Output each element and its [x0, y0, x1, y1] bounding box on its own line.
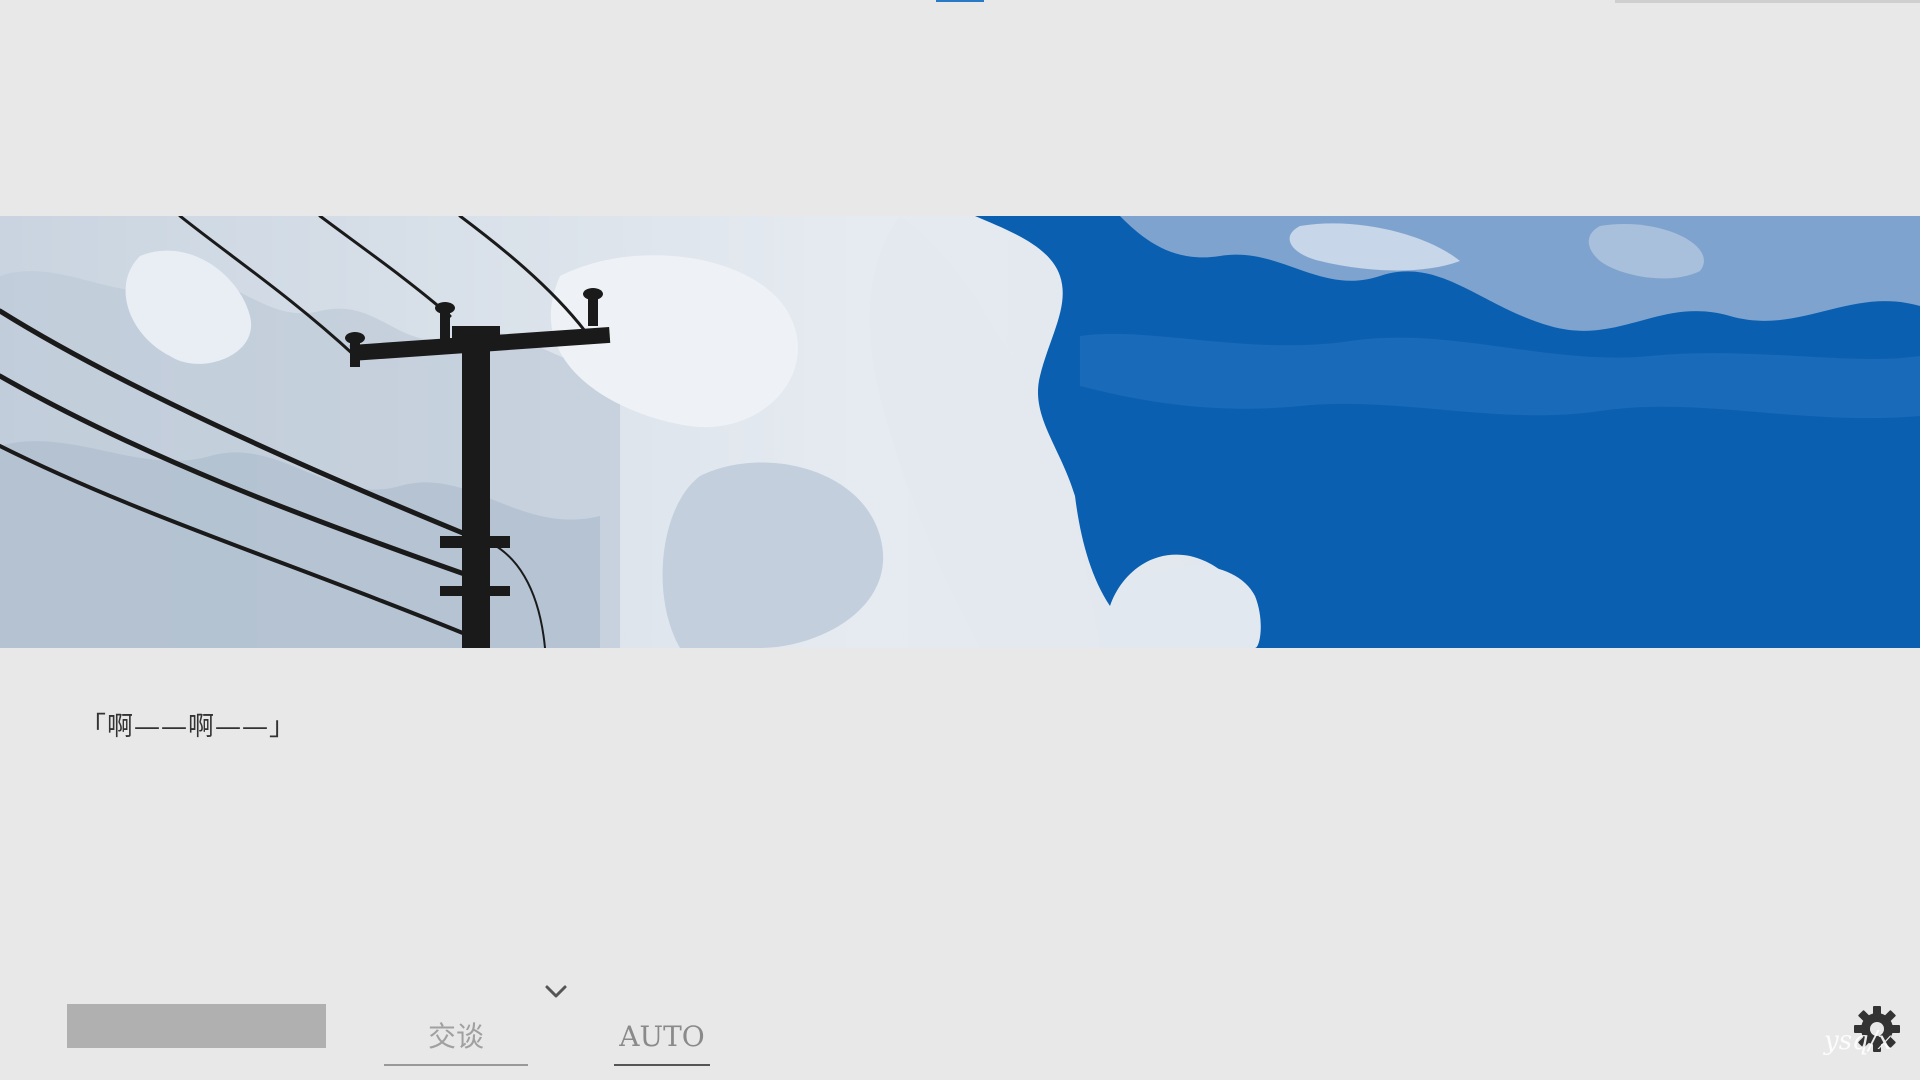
game-screen[interactable]: 「啊——啊——」 交谈 AUTO ysq/x — [0, 0, 1920, 1080]
scene-banner — [0, 216, 1920, 648]
sky-illustration — [0, 216, 1920, 648]
auto-mode-button[interactable]: AUTO — [614, 1008, 710, 1066]
talk-mode-button[interactable]: 交谈 — [384, 1008, 528, 1066]
control-bar: 交谈 AUTO ysq/x — [0, 960, 1920, 1080]
dialogue-text: 「啊——啊——」 — [80, 712, 297, 742]
chevron-down-icon[interactable] — [544, 982, 568, 1002]
watermark: ysq/x — [1824, 1026, 1893, 1056]
top-indicator — [936, 0, 984, 2]
top-right-shadow — [1615, 0, 1920, 3]
speaker-name-box — [67, 1004, 326, 1048]
